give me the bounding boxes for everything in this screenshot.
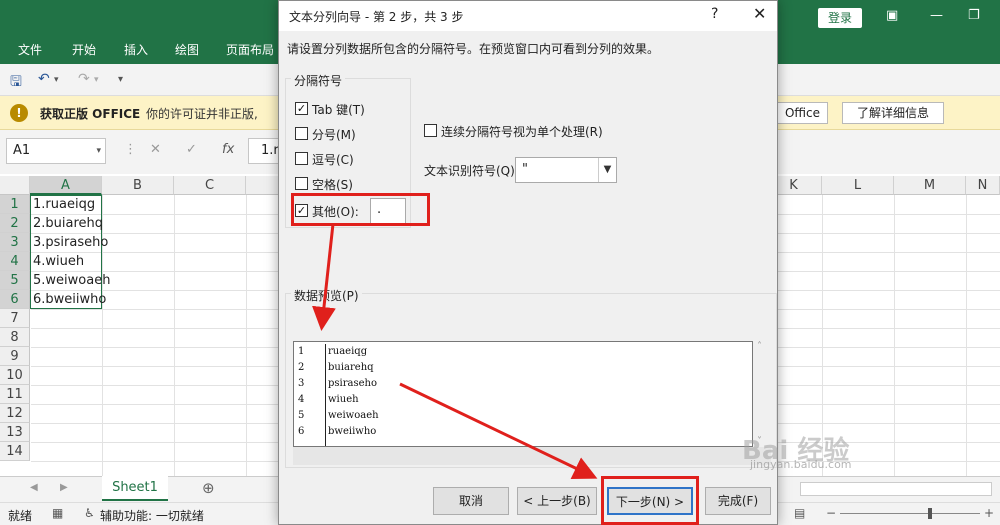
watermark-url: jingyan.baidu.com	[750, 458, 852, 471]
annotation-arrows	[312, 223, 598, 480]
arrow-to-next-button	[399, 382, 598, 480]
arrow-to-preview	[312, 223, 336, 331]
